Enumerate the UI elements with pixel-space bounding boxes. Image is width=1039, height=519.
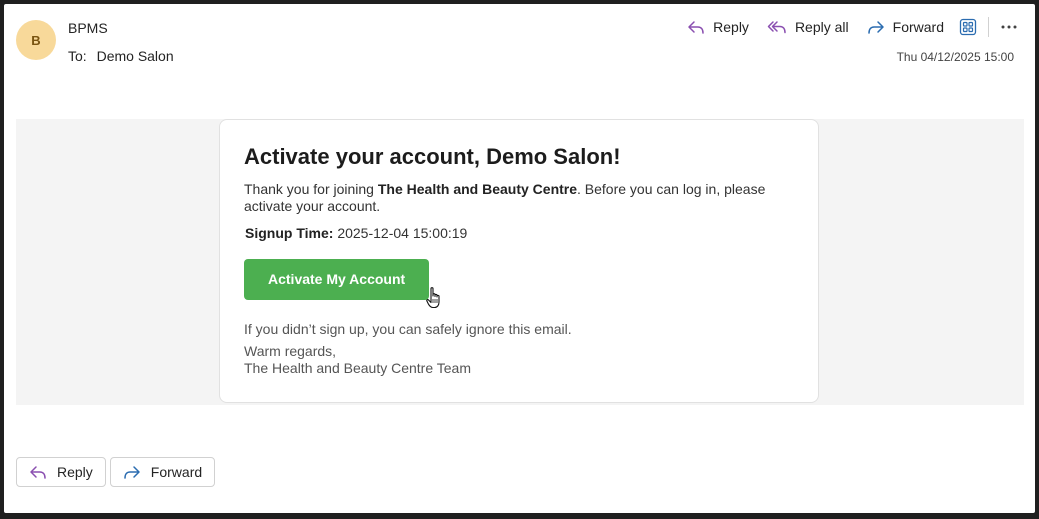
apps-button[interactable] xyxy=(954,14,982,40)
recipient-line: To: Demo Salon xyxy=(68,48,174,64)
reply-all-label: Reply all xyxy=(794,19,849,35)
signup-value: 2025-12-04 15:00:19 xyxy=(337,225,468,241)
email-card: Activate your account, Demo Salon! Thank… xyxy=(219,119,819,403)
to-label: To: xyxy=(68,48,87,64)
toolbar-divider xyxy=(988,17,989,37)
hand-cursor-icon xyxy=(426,287,440,309)
reply-icon xyxy=(30,466,46,479)
footer-forward-label: Forward xyxy=(150,464,203,480)
footer-reply-label: Reply xyxy=(57,464,93,480)
apps-grid-icon xyxy=(959,18,977,36)
ignore-notice: If you didn’t sign up, you can safely ig… xyxy=(244,321,572,337)
message-timestamp: Thu 04/12/2025 15:00 xyxy=(896,50,1014,64)
reply-all-icon xyxy=(767,21,786,34)
more-options-button[interactable] xyxy=(995,14,1023,40)
recipient-name[interactable]: Demo Salon xyxy=(97,48,174,64)
email-body-background: Activate your account, Demo Salon! Thank… xyxy=(16,119,1024,405)
reply-label: Reply xyxy=(713,19,749,35)
forward-icon xyxy=(124,466,140,479)
message-actions: Reply Reply all Forward xyxy=(675,14,1023,40)
footer-actions: Reply Forward xyxy=(16,457,219,487)
intro-paragraph: Thank you for joining The Health and Bea… xyxy=(244,181,784,215)
reply-icon xyxy=(688,21,704,34)
sender-name[interactable]: BPMS xyxy=(68,20,108,36)
more-horizontal-icon xyxy=(1001,25,1017,29)
reply-all-button[interactable]: Reply all xyxy=(761,14,855,40)
signup-label: Signup Time: xyxy=(245,225,334,241)
footer-forward-button[interactable]: Forward xyxy=(109,457,216,487)
team-line: The Health and Beauty Centre Team xyxy=(244,360,471,376)
activate-account-button[interactable]: Activate My Account xyxy=(244,259,430,300)
reply-button[interactable]: Reply xyxy=(681,14,755,40)
intro-prefix: Thank you for joining xyxy=(244,181,378,197)
forward-label: Forward xyxy=(892,19,944,35)
email-reading-pane: B BPMS To: Demo Salon Reply Reply all Fo… xyxy=(4,4,1035,513)
regards-line: Warm regards, xyxy=(244,343,337,359)
business-name: The Health and Beauty Centre xyxy=(377,181,578,197)
sign-off: Warm regards, The Health and Beauty Centr… xyxy=(244,343,794,377)
sender-avatar[interactable]: B xyxy=(16,20,56,60)
forward-button[interactable]: Forward xyxy=(861,14,950,40)
email-heading: Activate your account, Demo Salon! xyxy=(244,144,621,169)
footer-reply-button[interactable]: Reply xyxy=(16,457,106,487)
avatar-initial: B xyxy=(31,32,41,48)
signup-time: Signup Time: 2025-12-04 15:00:19 xyxy=(245,225,794,241)
forward-icon xyxy=(867,21,884,34)
